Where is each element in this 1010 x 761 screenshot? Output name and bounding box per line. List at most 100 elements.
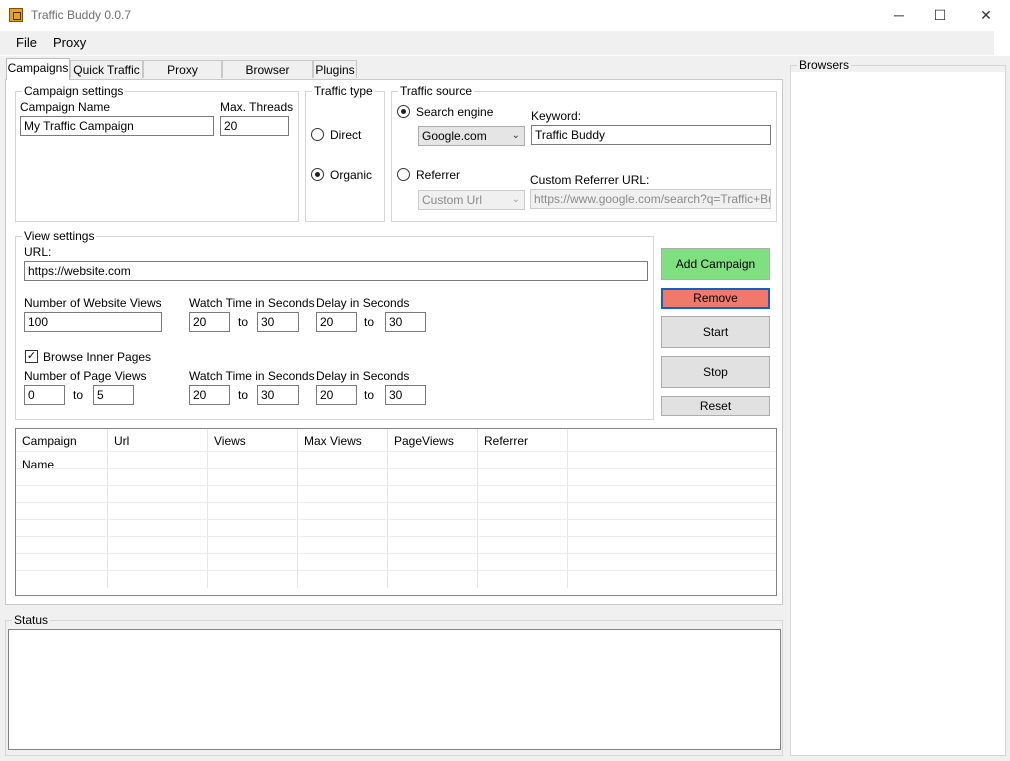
table-row[interactable] <box>16 570 776 588</box>
referrer-radio[interactable] <box>397 168 410 181</box>
tab-proxy-settings[interactable]: Proxy Settings <box>143 60 222 95</box>
table-cell-divider <box>387 503 388 520</box>
table-cell-divider <box>207 554 208 571</box>
custom-referrer-input[interactable]: https://www.google.com/search?q=Traffic+… <box>530 189 771 209</box>
status-textbox[interactable] <box>8 629 781 750</box>
inner-delay-min-input[interactable]: 20 <box>316 385 357 405</box>
organic-radio[interactable] <box>311 168 324 181</box>
close-button[interactable]: ✕ <box>963 0 1009 30</box>
max-threads-input[interactable]: 20 <box>220 116 289 136</box>
table-cell-divider <box>297 520 298 537</box>
inner-delay-to-label: to <box>364 388 375 402</box>
search-engine-select[interactable]: Google.com ⌄ <box>418 126 525 146</box>
table-cell-divider <box>107 452 108 469</box>
search-engine-label: Search engine <box>416 105 494 119</box>
table-row[interactable] <box>16 502 776 520</box>
traffic-source-title: Traffic source <box>398 84 475 98</box>
table-cell-divider <box>297 469 298 486</box>
table-cell-divider <box>387 571 388 588</box>
inner-delay-label: Delay in Seconds <box>316 369 410 383</box>
delay-label: Delay in Seconds <box>316 296 410 310</box>
table-cell-divider <box>297 571 298 588</box>
campaign-name-input[interactable]: My Traffic Campaign <box>20 116 214 136</box>
inner-delay-max-input[interactable]: 30 <box>385 385 426 405</box>
table-row[interactable] <box>16 468 776 486</box>
search-engine-value: Google.com <box>422 129 487 143</box>
table-cell-divider <box>567 503 568 520</box>
table-cell-divider <box>387 520 388 537</box>
table-cell-divider <box>567 452 568 469</box>
campaign-table[interactable]: Campaign Name Url Views Max Views PageVi… <box>15 428 777 596</box>
campaign-settings-title: Campaign settings <box>22 84 126 98</box>
tab-plugins[interactable]: Plugins <box>313 60 357 78</box>
stop-button[interactable]: Stop <box>661 356 770 388</box>
view-settings-title: View settings <box>22 229 97 243</box>
keyword-input[interactable]: Traffic Buddy <box>531 125 771 145</box>
reset-button[interactable]: Reset <box>661 396 770 416</box>
url-input[interactable]: https://website.com <box>24 261 648 281</box>
page-views-to-label: to <box>73 388 84 402</box>
menu-file[interactable]: File <box>16 35 37 50</box>
table-cell-divider <box>107 554 108 571</box>
remove-button[interactable]: Remove <box>661 288 770 309</box>
table-cell-divider <box>387 452 388 469</box>
chevron-down-icon: ⌄ <box>511 194 520 205</box>
keyword-label: Keyword: <box>531 109 582 123</box>
table-cell-divider <box>387 469 388 486</box>
chevron-down-icon: ⌄ <box>511 130 520 141</box>
table-cell-divider <box>107 520 108 537</box>
table-cell-divider <box>477 520 478 537</box>
table-cell-divider <box>477 537 478 554</box>
table-row[interactable] <box>16 553 776 571</box>
table-cell-divider <box>387 486 388 503</box>
table-cell-divider <box>387 554 388 571</box>
table-cell-divider <box>297 537 298 554</box>
title-bar: Traffic Buddy 0.0.7 ─ ☐ ✕ <box>0 0 1010 30</box>
table-cell-divider <box>477 571 478 588</box>
table-row[interactable] <box>16 485 776 503</box>
table-row[interactable] <box>16 451 776 469</box>
table-cell-divider <box>207 520 208 537</box>
tab-quick-traffic[interactable]: Quick Traffic <box>70 60 143 78</box>
page-views-label: Number of Page Views <box>24 369 147 383</box>
browse-inner-checkbox[interactable]: ✓ <box>25 350 38 363</box>
page-views-min-input[interactable]: 0 <box>24 385 65 405</box>
delay-max-input[interactable]: 30 <box>385 312 426 332</box>
watch-max-input[interactable]: 30 <box>257 312 299 332</box>
tab-browser-settings[interactable]: Browser Settings <box>222 60 313 95</box>
menu-proxy[interactable]: Proxy <box>53 35 86 50</box>
delay-min-input[interactable]: 20 <box>316 312 357 332</box>
page-views-max-input[interactable]: 5 <box>93 385 134 405</box>
minimize-button[interactable]: ─ <box>876 0 922 30</box>
table-cell-divider <box>207 469 208 486</box>
browsers-title: Browsers <box>797 58 852 72</box>
inner-watch-max-input[interactable]: 30 <box>257 385 299 405</box>
table-cell-divider <box>107 503 108 520</box>
direct-label: Direct <box>330 128 362 142</box>
watch-min-input[interactable]: 20 <box>189 312 230 332</box>
inner-watch-label: Watch Time in Seconds <box>189 369 315 383</box>
start-button[interactable]: Start <box>661 316 770 348</box>
traffic-type-group: Traffic type <box>305 84 385 222</box>
website-views-input[interactable]: 100 <box>24 312 162 332</box>
watch-time-label: Watch Time in Seconds <box>189 296 315 310</box>
browsers-panel <box>791 72 1005 755</box>
table-row[interactable] <box>16 536 776 554</box>
window-title: Traffic Buddy 0.0.7 <box>31 8 132 22</box>
custom-referrer-label: Custom Referrer URL: <box>530 173 650 187</box>
table-cell-divider <box>207 571 208 588</box>
table-cell-divider <box>297 554 298 571</box>
inner-watch-min-input[interactable]: 20 <box>189 385 230 405</box>
maximize-button[interactable]: ☐ <box>917 0 963 30</box>
search-engine-radio[interactable] <box>397 105 410 118</box>
table-cell-divider <box>107 571 108 588</box>
table-cell-divider <box>297 486 298 503</box>
direct-radio[interactable] <box>311 128 324 141</box>
table-cell-divider <box>107 486 108 503</box>
table-cell-divider <box>567 520 568 537</box>
tab-campaigns[interactable]: Campaigns <box>6 58 70 80</box>
table-cell-divider <box>567 554 568 571</box>
referrer-select[interactable]: Custom Url ⌄ <box>418 190 525 210</box>
add-campaign-button[interactable]: Add Campaign <box>661 248 770 280</box>
table-row[interactable] <box>16 519 776 537</box>
